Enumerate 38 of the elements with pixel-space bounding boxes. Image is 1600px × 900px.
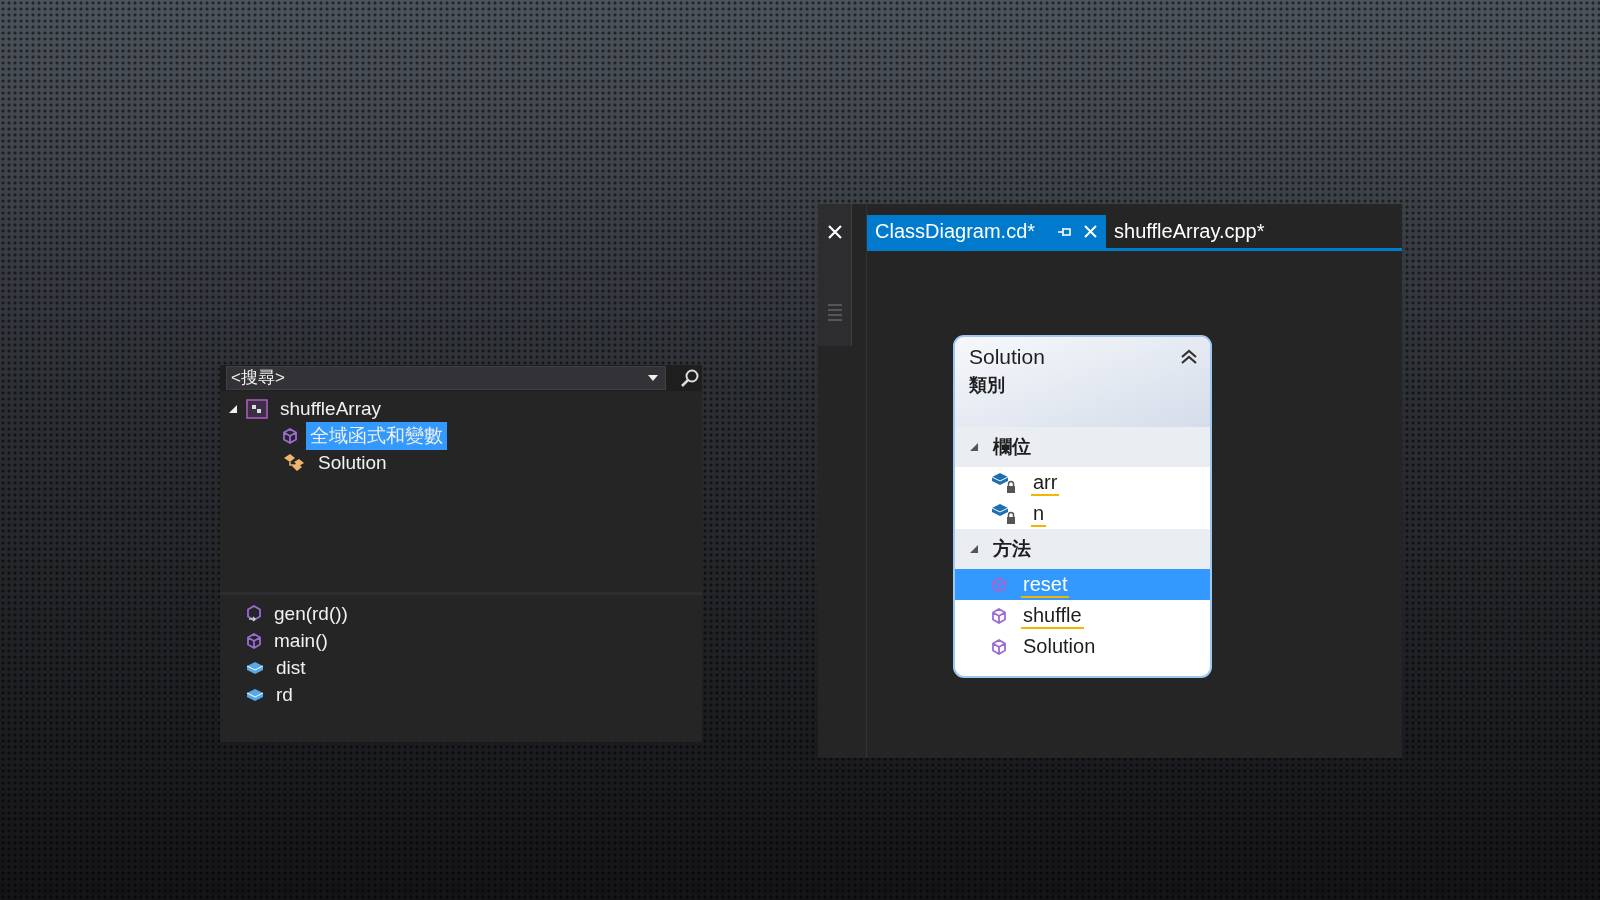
cube-icon: [991, 638, 1007, 655]
member-name: arr: [1031, 469, 1060, 496]
collapse-chevron-icon[interactable]: [1180, 349, 1198, 365]
document-tab[interactable]: shuffleArray.cpp*: [1106, 215, 1273, 248]
member-name: n: [1031, 500, 1047, 527]
cube-icon: [282, 427, 298, 444]
cube-icon: [991, 576, 1007, 593]
member-item[interactable]: gen(rd()): [270, 601, 352, 626]
tree-item[interactable]: shuffleArray: [276, 396, 386, 421]
tree-item[interactable]: Solution: [314, 450, 391, 475]
locked-field-icon: [991, 501, 1017, 526]
member-item[interactable]: main(): [270, 628, 332, 653]
expand-triangle-icon[interactable]: [969, 442, 979, 452]
field-icon: [246, 659, 264, 676]
section-title: 方法: [993, 537, 1031, 561]
member-name: Solution: [1022, 633, 1097, 659]
class-name: Solution: [969, 345, 1045, 369]
class-type: 類別: [969, 374, 1006, 397]
section-title: 欄位: [993, 435, 1031, 459]
class-shape[interactable]: Solution 類別 欄位 arr n 方法 reset shuffle Solution: [953, 335, 1212, 678]
project-icon: [246, 398, 268, 419]
expand-triangle-icon[interactable]: [969, 544, 979, 554]
member-item[interactable]: dist: [272, 655, 310, 680]
close-icon[interactable]: [826, 224, 843, 240]
search-icon[interactable]: [680, 368, 700, 388]
cube-with-arrow-icon: [246, 604, 262, 623]
search-field[interactable]: <搜尋>: [226, 366, 666, 390]
cube-icon: [246, 632, 262, 649]
dropdown-caret-icon[interactable]: [648, 375, 658, 381]
expand-triangle-icon[interactable]: [228, 403, 238, 414]
locked-field-icon: [991, 470, 1017, 495]
document-tab[interactable]: ClassDiagram.cd*: [867, 215, 1107, 248]
member-name: reset: [1021, 571, 1070, 598]
member-name: shuffle: [1021, 602, 1084, 629]
class-icon: [282, 451, 306, 474]
field-icon: [246, 686, 264, 703]
cube-icon: [991, 607, 1007, 624]
member-item[interactable]: rd: [272, 682, 297, 707]
